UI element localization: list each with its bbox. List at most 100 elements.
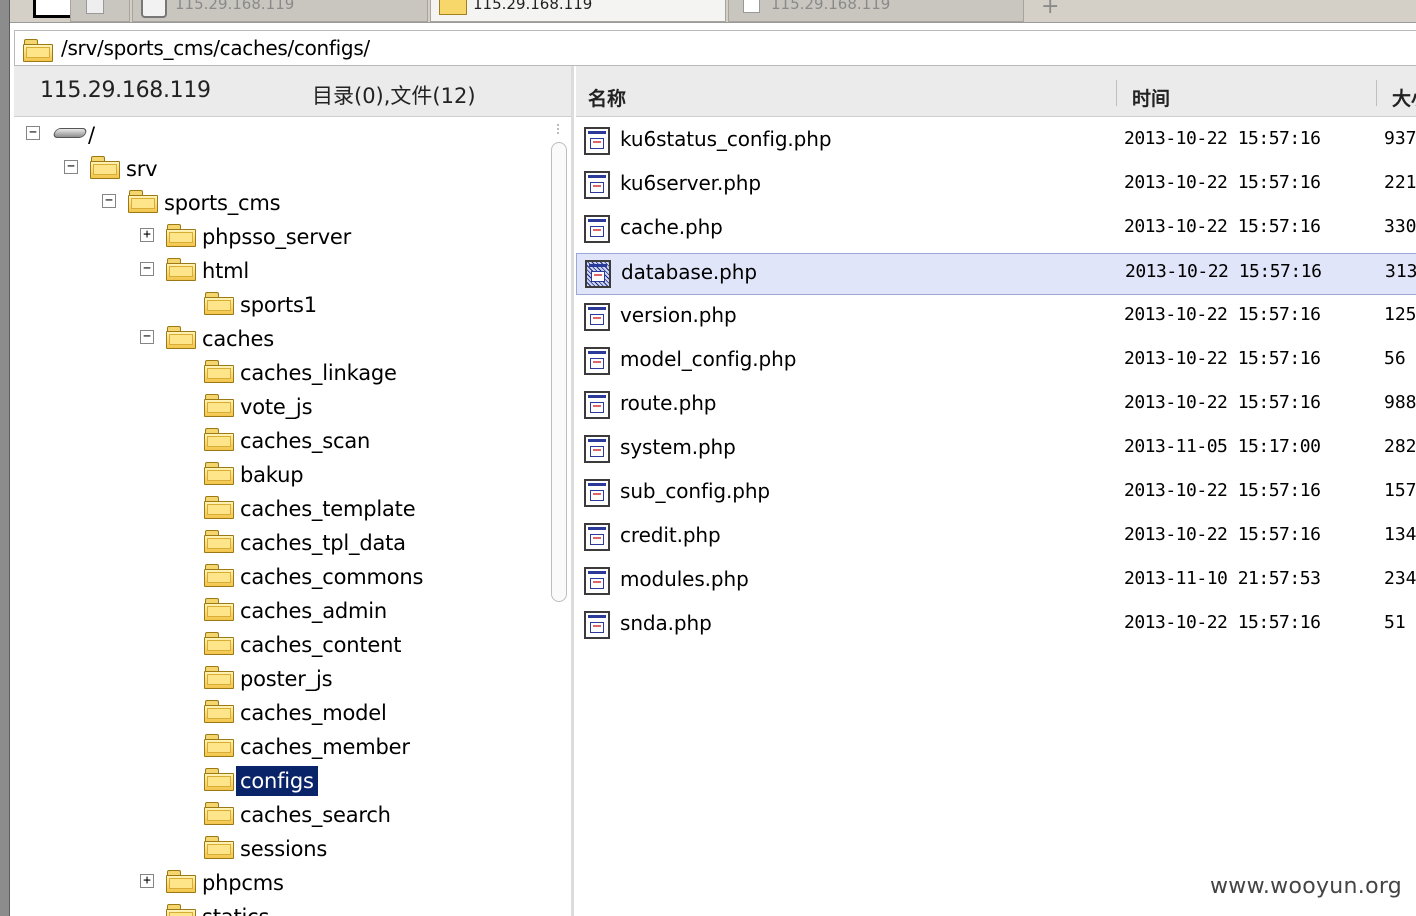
file-name[interactable]: credit.php: [620, 523, 721, 547]
tab-host-2[interactable]: 115.29.168.119: [430, 0, 726, 22]
php-file-icon: [584, 215, 610, 243]
file-row[interactable]: ku6server.php 2013-10-22 15:57:16 221: [576, 165, 1416, 207]
tree-node-label[interactable]: sports_cms: [160, 188, 284, 218]
tree-node-label[interactable]: caches_tpl_data: [236, 528, 410, 558]
file-size: 125: [1384, 304, 1416, 325]
file-row[interactable]: database.php 2013-10-22 15:57:16 313: [576, 253, 1416, 295]
folder-icon: [204, 666, 234, 689]
tab-host-3[interactable]: 115.29.168.119: [728, 0, 1024, 22]
file-row[interactable]: version.php 2013-10-22 15:57:16 125: [576, 297, 1416, 339]
file-name[interactable]: route.php: [620, 391, 716, 415]
file-row[interactable]: credit.php 2013-10-22 15:57:16 134: [576, 517, 1416, 559]
file-name[interactable]: snda.php: [620, 611, 712, 635]
tree-node-label[interactable]: vote_js: [236, 392, 316, 422]
file-row[interactable]: snda.php 2013-10-22 15:57:16 51: [576, 605, 1416, 647]
folder-icon: [204, 530, 234, 553]
file-size: 313: [1385, 261, 1416, 282]
tree-node-label[interactable]: sports1: [236, 290, 321, 320]
file-row[interactable]: route.php 2013-10-22 15:57:16 988: [576, 385, 1416, 427]
tab-blank[interactable]: [70, 0, 130, 22]
tree-node-label[interactable]: caches_member: [236, 732, 414, 762]
tree-node-label[interactable]: caches_content: [236, 630, 405, 660]
column-time[interactable]: 时间: [1132, 84, 1170, 111]
collapse-icon[interactable]: −: [140, 330, 154, 344]
tree-node-label[interactable]: caches_template: [236, 494, 419, 524]
tab-bar: 115.29.168.119 115.29.168.119 115.29.168…: [10, 0, 1416, 23]
folder-icon: [166, 258, 196, 281]
scroll-up-icon[interactable]: [557, 124, 565, 134]
add-tab-button[interactable]: +: [1041, 0, 1059, 19]
file-row[interactable]: modules.php 2013-11-10 21:57:53 234: [576, 561, 1416, 603]
folder-icon: [166, 904, 196, 916]
file-time: 2013-10-22 15:57:16: [1124, 304, 1321, 325]
expand-icon[interactable]: +: [140, 874, 154, 888]
tree-scrollbar[interactable]: [549, 118, 571, 916]
folder-icon: [204, 700, 234, 723]
address-path[interactable]: /srv/sports_cms/caches/configs/: [61, 36, 370, 60]
column-divider[interactable]: [1116, 80, 1117, 106]
tree-node-label[interactable]: srv: [122, 154, 161, 184]
file-time: 2013-11-10 21:57:53: [1124, 568, 1321, 589]
php-file-icon: [584, 171, 610, 199]
tree-node-label[interactable]: caches_commons: [236, 562, 427, 592]
tree-node-label[interactable]: caches_admin: [236, 596, 391, 626]
file-name[interactable]: cache.php: [620, 215, 723, 239]
file-time: 2013-10-22 15:57:16: [1125, 261, 1322, 282]
folder-icon: [23, 39, 53, 62]
file-time: 2013-10-22 15:57:16: [1124, 612, 1321, 633]
tree-node-label[interactable]: caches_search: [236, 800, 395, 830]
file-row[interactable]: model_config.php 2013-10-22 15:57:16 56: [576, 341, 1416, 383]
file-name[interactable]: ku6server.php: [620, 171, 761, 195]
file-name[interactable]: system.php: [620, 435, 736, 459]
expand-icon[interactable]: +: [140, 228, 154, 242]
panel-splitter[interactable]: [571, 66, 574, 916]
folder-icon: [166, 224, 196, 247]
collapse-icon[interactable]: −: [26, 126, 40, 140]
collapse-icon[interactable]: −: [140, 262, 154, 276]
file-list-panel: 名称 时间 大小 ku6status_config.php 2013-10-22 …: [576, 66, 1416, 916]
folder-icon: [204, 598, 234, 621]
php-file-icon: [584, 303, 610, 331]
tree-node-label[interactable]: poster_js: [236, 664, 336, 694]
tree-node-label[interactable]: phpcms: [198, 868, 288, 898]
file-name[interactable]: sub_config.php: [620, 479, 770, 503]
collapse-icon[interactable]: −: [64, 160, 78, 174]
tree-node-label[interactable]: caches: [198, 324, 278, 354]
address-bar[interactable]: /srv/sports_cms/caches/configs/: [14, 30, 1416, 66]
tree-node-label[interactable]: html: [198, 256, 253, 286]
folder-icon: [204, 564, 234, 587]
file-name[interactable]: ku6status_config.php: [620, 127, 832, 151]
tree-node-label[interactable]: /: [84, 120, 99, 150]
file-row[interactable]: system.php 2013-11-05 15:17:00 282: [576, 429, 1416, 471]
tree-node-label[interactable]: bakup: [236, 460, 307, 490]
file-size: 937: [1384, 128, 1416, 149]
file-name[interactable]: version.php: [620, 303, 737, 327]
tree-node-label[interactable]: caches_linkage: [236, 358, 401, 388]
file-name[interactable]: model_config.php: [620, 347, 796, 371]
tree-node-label[interactable]: caches_model: [236, 698, 391, 728]
file-name[interactable]: modules.php: [620, 567, 749, 591]
folder-icon: [204, 394, 234, 417]
tree-node-label[interactable]: sessions: [236, 834, 331, 864]
file-time: 2013-11-05 15:17:00: [1124, 436, 1321, 457]
file-row[interactable]: cache.php 2013-10-22 15:57:16 330: [576, 209, 1416, 251]
column-divider[interactable]: [1376, 80, 1377, 106]
tree-node-label[interactable]: statics: [198, 902, 273, 916]
tree-node-label[interactable]: phpsso_server: [198, 222, 355, 252]
file-row[interactable]: ku6status_config.php 2013-10-22 15:57:16 9…: [576, 121, 1416, 163]
tab-page-icon: [743, 0, 760, 13]
file-row[interactable]: sub_config.php 2013-10-22 15:57:16 157: [576, 473, 1416, 515]
tree-node-label[interactable]: configs: [236, 766, 318, 796]
column-size[interactable]: 大小: [1392, 84, 1416, 111]
watermark: www.wooyun.org: [1210, 874, 1403, 899]
php-file-icon: [584, 567, 610, 595]
file-name[interactable]: database.php: [621, 260, 757, 284]
directory-tree-panel: 115.29.168.119 目录(0),文件(12) − / − srv − sport…: [14, 66, 574, 916]
folder-icon: [204, 462, 234, 485]
tab-host-1[interactable]: 115.29.168.119: [132, 0, 428, 22]
tree-node-label[interactable]: caches_scan: [236, 426, 374, 456]
save-icon[interactable]: [33, 0, 73, 18]
tree-scroll-thumb[interactable]: [551, 142, 567, 602]
collapse-icon[interactable]: −: [102, 194, 116, 208]
column-name[interactable]: 名称: [588, 84, 626, 111]
